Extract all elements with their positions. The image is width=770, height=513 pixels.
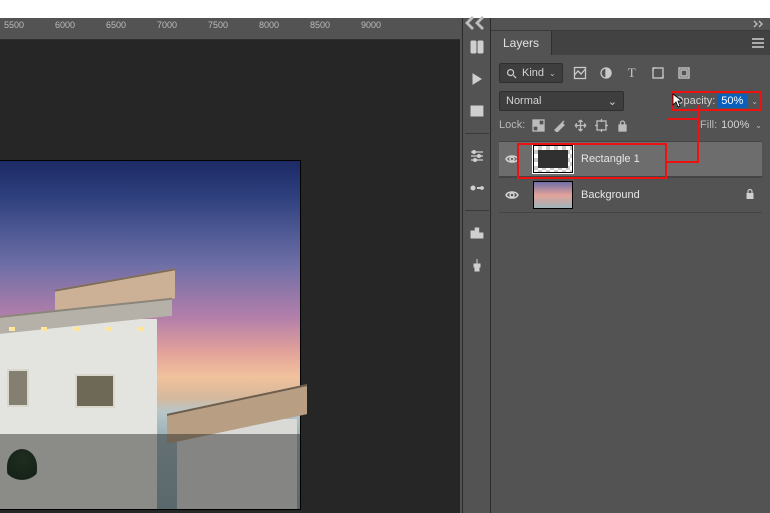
workspace: 5500 6000 6500 7000 7500 8000 8500 9000 [0, 0, 770, 513]
canvas-area[interactable] [0, 40, 460, 513]
layer-visibility-toggle[interactable] [499, 142, 525, 176]
tab-layers[interactable]: Layers [491, 31, 552, 55]
lock-icon [744, 188, 756, 203]
document-canvas[interactable] [0, 160, 301, 510]
ruler-mark: 8500 [310, 20, 330, 30]
chevron-down-icon[interactable]: ⌄ [755, 121, 762, 130]
layer-thumbnail[interactable] [533, 145, 573, 173]
fill-label: Fill: [700, 119, 717, 131]
collapsed-panel-dock [462, 18, 491, 513]
search-icon [506, 68, 517, 79]
panel-tabbar: Layers [491, 31, 770, 55]
filter-kind-label: Kind [522, 67, 544, 79]
layer-visibility-toggle[interactable] [499, 178, 525, 212]
blend-mode-select[interactable]: Normal ⌄ [499, 91, 624, 111]
ruler-mark: 6000 [55, 20, 75, 30]
filter-adjustment-icon[interactable] [597, 64, 615, 82]
filter-shape-icon[interactable] [649, 64, 667, 82]
fill-value[interactable]: 100% [721, 119, 749, 131]
lock-fill-row: Lock: Fill: 100% ⌄ [499, 113, 762, 137]
chevron-down-icon[interactable]: ⌄ [751, 97, 758, 106]
filter-pixel-icon[interactable] [571, 64, 589, 82]
lock-all-icon[interactable] [615, 119, 629, 132]
layer-item-background[interactable]: Background [499, 177, 762, 213]
lock-artboard-icon[interactable] [594, 119, 608, 132]
filter-type-icons: T [571, 64, 693, 82]
lock-position-icon[interactable] [573, 119, 587, 132]
adjustments-panel-icon[interactable] [465, 176, 489, 200]
layer-name[interactable]: Rectangle 1 [581, 153, 640, 165]
filter-type-icon[interactable]: T [623, 64, 641, 82]
app-root: 5500 6000 6500 7000 7500 8000 8500 9000 [0, 0, 770, 513]
ruler-horizontal[interactable]: 5500 6000 6500 7000 7500 8000 8500 9000 [0, 18, 460, 40]
blend-mode-value: Normal [506, 95, 541, 107]
history-panel-icon[interactable] [465, 35, 489, 59]
fill-control[interactable]: Fill: 100% ⌄ [700, 119, 762, 131]
actions-panel-icon[interactable] [465, 67, 489, 91]
ruler-mark: 5500 [4, 20, 24, 30]
lock-pixels-icon[interactable] [552, 119, 566, 132]
lock-transparency-icon[interactable] [531, 119, 545, 132]
layer-name[interactable]: Background [581, 189, 640, 201]
chevron-down-icon: ⌄ [608, 95, 617, 108]
filter-smartobject-icon[interactable] [675, 64, 693, 82]
clone-source-panel-icon[interactable] [465, 253, 489, 277]
brushes-panel-icon[interactable] [465, 221, 489, 245]
properties-panel-icon[interactable] [465, 144, 489, 168]
layer-thumbnail[interactable] [533, 181, 573, 209]
layers-panel-body: Kind ⌄ T Normal ⌄ [491, 55, 770, 213]
layer-filter-row: Kind ⌄ T [499, 61, 762, 85]
ruler-mark: 6500 [106, 20, 126, 30]
layers-list: Rectangle 1 Background [499, 141, 762, 213]
chevron-down-icon: ⌄ [549, 69, 556, 78]
expand-dock-icon[interactable] [463, 18, 490, 31]
rectangle-layer-overlay [0, 434, 300, 509]
swatches-panel-icon[interactable] [465, 99, 489, 123]
ruler-mark: 9000 [361, 20, 381, 30]
blend-opacity-row: Normal ⌄ Opacity: 50% ⌄ [499, 89, 762, 113]
ruler-mark: 7500 [208, 20, 228, 30]
ruler-mark: 7000 [157, 20, 177, 30]
ruler-mark: 8000 [259, 20, 279, 30]
filter-kind-select[interactable]: Kind ⌄ [499, 63, 563, 83]
panel-menu-icon[interactable] [746, 31, 770, 55]
opacity-value[interactable]: 50% [717, 94, 747, 108]
collapse-panel-icon[interactable] [491, 18, 770, 31]
opacity-control[interactable]: Opacity: 50% ⌄ [671, 91, 762, 111]
cursor-icon [672, 93, 684, 109]
lock-label: Lock: [499, 119, 525, 131]
layers-panel: Layers Kind ⌄ T [491, 18, 770, 513]
outer-margin [0, 0, 770, 18]
layer-item-rectangle-1[interactable]: Rectangle 1 [499, 141, 762, 177]
